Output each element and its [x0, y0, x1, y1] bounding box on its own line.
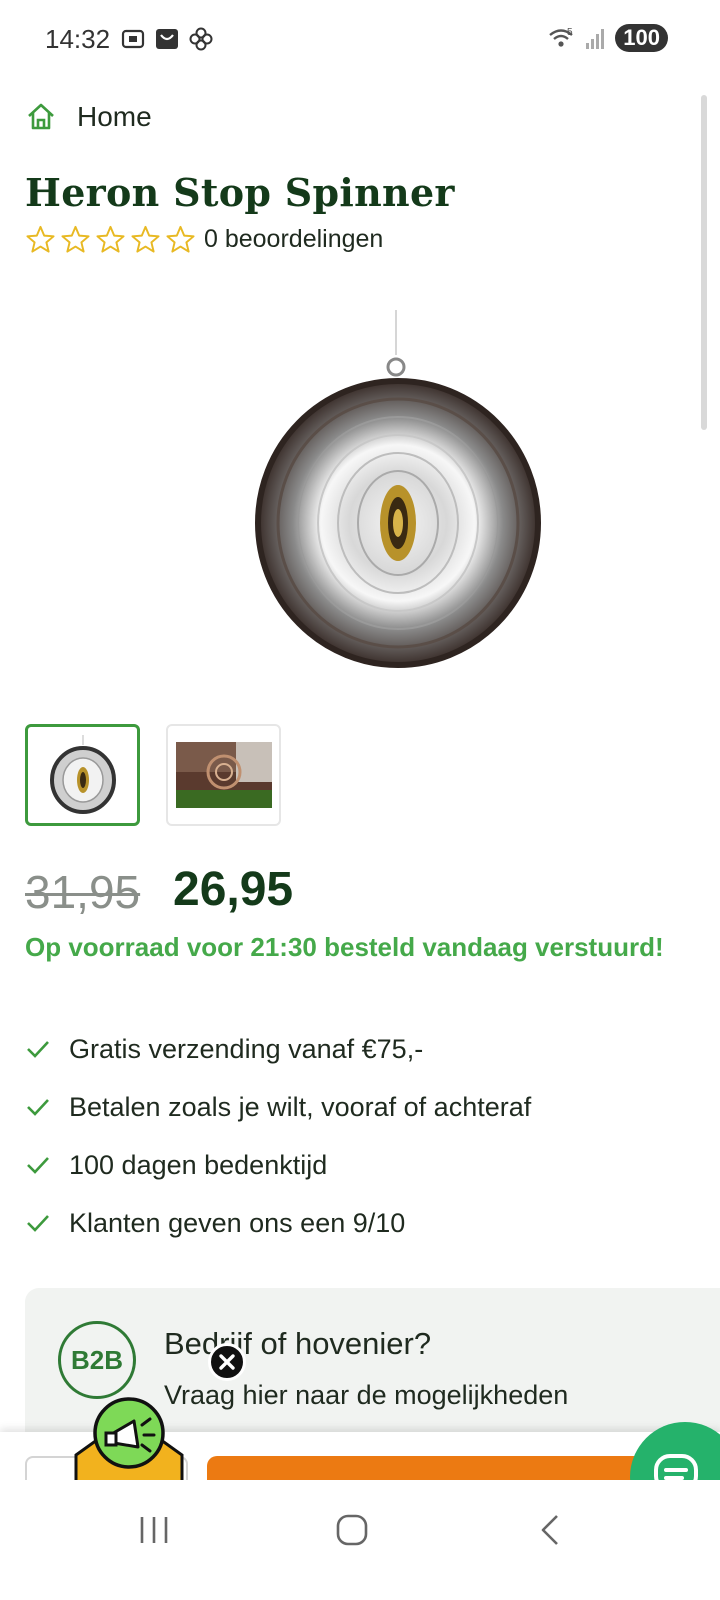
- home-nav-icon: [336, 1514, 368, 1546]
- check-icon: [27, 1215, 49, 1232]
- battery-indicator: 100: [615, 24, 668, 52]
- home-icon: [28, 103, 54, 130]
- current-price: 26,95: [173, 863, 294, 916]
- status-time: 14:32: [45, 24, 111, 54]
- b2b-subtitle: Vraag hier naar de mogelijkheden: [164, 1380, 569, 1410]
- signal-icon: [586, 29, 605, 49]
- rating-stars: [25, 224, 196, 255]
- shop-icon: [156, 29, 178, 49]
- check-icon: [27, 1157, 49, 1174]
- back-button[interactable]: [520, 1508, 580, 1552]
- status-bar: 14:32 5 100: [0, 0, 720, 80]
- star-icon: [96, 225, 125, 253]
- usp-item: Betalen zoals je wilt, vooraf of achtera…: [25, 1078, 531, 1136]
- back-icon: [541, 1515, 558, 1545]
- system-indicators: 5 100: [547, 24, 668, 52]
- b2b-badge: B2B: [58, 1321, 136, 1399]
- thumbnail-garden[interactable]: [166, 724, 281, 826]
- star-icon: [131, 225, 160, 253]
- recent-apps-icon: [140, 1517, 168, 1543]
- usp-item: 100 dagen bedenktijd: [25, 1136, 531, 1194]
- old-price: 31,95: [25, 866, 141, 918]
- star-icon: [166, 225, 195, 253]
- screenshot-icon: [121, 29, 145, 49]
- product-rating[interactable]: 0 beoordelingen: [25, 224, 383, 255]
- check-icon: [27, 1041, 49, 1058]
- usp-item: Klanten geven ons een 9/10: [25, 1194, 531, 1252]
- breadcrumb-home-link[interactable]: Home: [77, 101, 152, 133]
- review-count[interactable]: 0 beoordelingen: [204, 225, 383, 254]
- spinner-thumbnail-image: [49, 735, 116, 814]
- product-image[interactable]: [250, 305, 550, 675]
- svg-text:5: 5: [567, 27, 573, 38]
- usp-text: Gratis verzending vanaf €75,-: [69, 1033, 424, 1064]
- b2b-title: Bedrijf of hovenier?: [164, 1326, 432, 1361]
- usp-text: Betalen zoals je wilt, vooraf of achtera…: [69, 1091, 532, 1122]
- close-popup-button[interactable]: [208, 1343, 246, 1381]
- pinwheel-icon: [189, 27, 213, 51]
- close-icon: [219, 1354, 235, 1370]
- star-icon: [61, 225, 90, 253]
- usp-text: 100 dagen bedenktijd: [69, 1149, 328, 1180]
- product-title: Heron Stop Spinner: [25, 170, 455, 215]
- garden-thumbnail-image: [175, 742, 272, 808]
- usp-item: Gratis verzending vanaf €75,-: [25, 1020, 531, 1078]
- system-nav-bar: [0, 1480, 720, 1600]
- breadcrumb[interactable]: Home: [25, 101, 152, 133]
- check-icon: [27, 1099, 49, 1116]
- usp-text: Klanten geven ons een 9/10: [69, 1207, 406, 1238]
- thumbnail-spinner[interactable]: [25, 724, 140, 826]
- page-scrollbar[interactable]: [701, 95, 707, 430]
- recent-apps-button[interactable]: [124, 1508, 184, 1552]
- promo-megaphone-icon[interactable]: [72, 1395, 186, 1485]
- image-thumbnails: [25, 724, 281, 826]
- notification-icons: [120, 26, 214, 52]
- stock-status: Op voorraad voor 21:30 besteld vandaag v…: [25, 932, 664, 962]
- star-icon: [26, 225, 55, 253]
- home-button[interactable]: [322, 1508, 382, 1552]
- usp-list: Gratis verzending vanaf €75,- Betalen zo…: [25, 1020, 531, 1252]
- wifi-icon: 5: [549, 27, 573, 47]
